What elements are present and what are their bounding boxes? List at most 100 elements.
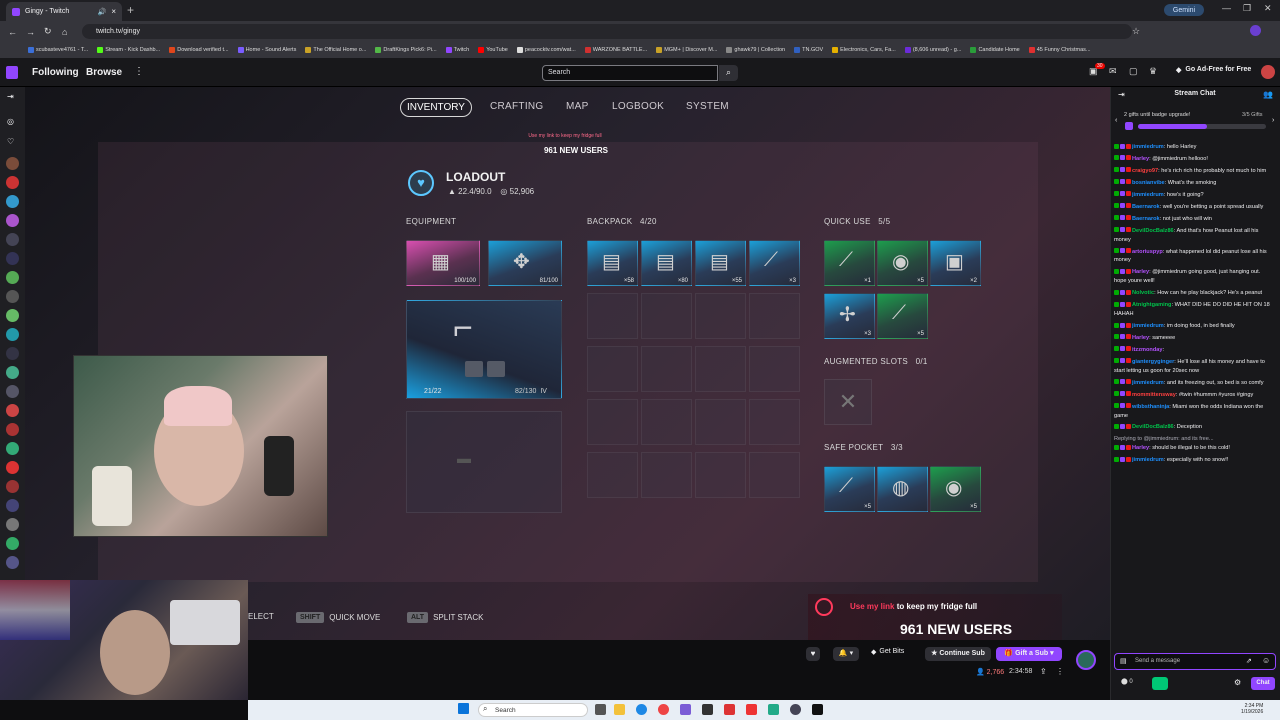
bookmark-item[interactable]: Home - Sound Alerts xyxy=(237,47,296,53)
chat-message[interactable]: Harley: @jimmiedrum going good, just han… xyxy=(1114,268,1272,286)
bookmark-item[interactable]: 45 Funny Christmas... xyxy=(1028,47,1091,53)
chat-send-button[interactable]: Chat xyxy=(1251,677,1275,690)
gift-sub-button[interactable]: 🎁 Gift a Sub ▾ xyxy=(996,647,1062,661)
channel-avatar[interactable] xyxy=(6,480,19,493)
bookmark-item[interactable]: YouTube xyxy=(478,47,508,53)
emote-icon[interactable]: ☺ xyxy=(1262,656,1270,665)
channel-avatar[interactable] xyxy=(6,404,19,417)
bookmark-item[interactable]: peacocktv.com/wat... xyxy=(516,47,576,53)
app-icon[interactable] xyxy=(812,704,823,715)
chat-settings-icon[interactable]: ▤ xyxy=(1120,657,1127,665)
reload-icon[interactable]: ↻ xyxy=(44,26,54,37)
chat-username[interactable]: Harley xyxy=(1132,269,1149,275)
chat-message[interactable]: Harley: @jimmiedrum hellooo! xyxy=(1114,155,1272,164)
more-menu-icon[interactable]: ⋮ xyxy=(134,66,144,77)
chat-username[interactable]: jimmiedrum xyxy=(1132,380,1164,386)
channel-avatar[interactable] xyxy=(6,499,19,512)
chevron-right-icon[interactable]: › xyxy=(1272,117,1274,124)
bookmark-item[interactable]: WARZONE BATTLE... xyxy=(584,47,647,53)
channel-avatar[interactable] xyxy=(6,309,19,322)
bookmark-item[interactable]: (8,606 unread) - g... xyxy=(904,47,961,53)
bookmark-item[interactable]: Electronics, Cars, Fa... xyxy=(832,47,896,53)
channel-avatar[interactable] xyxy=(6,176,19,189)
file-explorer-icon[interactable] xyxy=(614,704,625,715)
chat-username[interactable]: bosnianvibe xyxy=(1132,180,1165,186)
nav-following[interactable]: Following xyxy=(32,67,79,78)
chat-message[interactable]: jimmiedrum: especially with no snow!! xyxy=(1114,456,1272,465)
channel-avatar[interactable] xyxy=(6,233,19,246)
windows-start-icon[interactable] xyxy=(458,703,469,714)
chat-message[interactable]: jimmiedrum: how's it going? xyxy=(1114,191,1272,200)
channel-avatar[interactable] xyxy=(6,214,19,227)
bookmark-item[interactable]: Download verified t... xyxy=(169,47,229,53)
bookmark-item[interactable]: Twitch xyxy=(445,47,469,53)
channel-avatar[interactable] xyxy=(6,328,19,341)
chat-message[interactable]: artoriuspyp: what happened lol did peanu… xyxy=(1114,248,1272,266)
channel-avatar[interactable] xyxy=(6,271,19,284)
chat-message[interactable]: Harley: sameeee xyxy=(1114,334,1272,343)
back-icon[interactable]: ← xyxy=(8,27,18,37)
chat-username[interactable]: DevilDocBalz86 xyxy=(1132,424,1174,430)
edge-icon[interactable] xyxy=(636,704,647,715)
chat-username[interactable]: craigyo97 xyxy=(1132,168,1158,174)
chat-username[interactable]: jimmiedrum xyxy=(1132,144,1164,150)
bits-cheer-icon[interactable]: ⇗ xyxy=(1246,657,1252,665)
channel-avatar[interactable] xyxy=(6,423,19,436)
chat-username[interactable]: Baernarok xyxy=(1132,204,1160,210)
gear-icon[interactable]: ⚙ xyxy=(1234,678,1241,687)
chat-username[interactable]: jimmiedrum xyxy=(1132,192,1164,198)
profile-avatar[interactable] xyxy=(1250,25,1261,36)
minimize-icon[interactable]: — xyxy=(1222,3,1231,13)
chat-message[interactable]: jimmiedrum: and its freezing out, so bed… xyxy=(1114,379,1272,388)
chat-username[interactable]: mommittensway xyxy=(1132,392,1176,398)
chat-username[interactable]: artoriuspyp xyxy=(1132,249,1163,255)
bookmark-item[interactable]: The Official Home o... xyxy=(305,47,366,53)
maximize-icon[interactable]: ❐ xyxy=(1243,3,1251,14)
bookmark-item[interactable]: DraftKings Pick6: Pi... xyxy=(375,47,437,53)
chat-message[interactable]: bosnianvibe: What's the smoking xyxy=(1114,179,1272,188)
forward-icon[interactable]: → xyxy=(26,27,36,37)
chat-message[interactable]: Nolvotic: How can he play blackjack? He'… xyxy=(1114,289,1272,298)
app-icon[interactable] xyxy=(724,704,735,715)
chat-message[interactable]: itzzmonday: xyxy=(1114,346,1272,355)
chat-username[interactable]: giantergyginger xyxy=(1132,359,1174,365)
bookmark-star-icon[interactable]: ☆ xyxy=(1132,26,1140,37)
chat-username[interactable]: Nolvotic xyxy=(1132,290,1154,296)
chat-username[interactable]: jimmiedrum xyxy=(1132,323,1164,329)
taskbar-search-input[interactable]: Search xyxy=(478,703,588,717)
bookmark-item[interactable]: scubasteve4761 - T... xyxy=(28,47,88,53)
home-icon[interactable]: ⌂ xyxy=(62,27,72,37)
chevron-left-icon[interactable]: ‹ xyxy=(1115,117,1117,124)
notification-bell-icon[interactable]: 🔔 ▾ xyxy=(833,647,859,661)
recommended-icon[interactable]: ◎ xyxy=(7,117,14,126)
channel-avatar[interactable] xyxy=(6,290,19,303)
continue-sub-button[interactable]: ★ Continue Sub xyxy=(925,647,991,661)
get-bits-button[interactable]: ◆ Get Bits xyxy=(871,648,904,656)
app-icon[interactable] xyxy=(746,704,757,715)
chat-message[interactable]: giantergyginger: He'll lose all his mone… xyxy=(1114,358,1272,376)
search-icon[interactable]: ⌕ xyxy=(719,65,738,81)
activity-icon[interactable]: ▢ xyxy=(1129,66,1138,77)
expand-sidebar-icon[interactable]: ⇥ xyxy=(7,92,14,101)
close-tab-icon[interactable]: × xyxy=(111,7,116,16)
channel-avatar[interactable] xyxy=(6,537,19,550)
chat-message[interactable]: Baernarok: well you're betting a point s… xyxy=(1114,203,1272,212)
channel-avatar[interactable] xyxy=(6,442,19,455)
whispers-icon[interactable]: ✉ xyxy=(1109,66,1117,77)
channel-avatar[interactable] xyxy=(6,461,19,474)
search-input[interactable]: Search xyxy=(542,65,718,81)
channel-avatar[interactable] xyxy=(6,157,19,170)
channel-avatar[interactable] xyxy=(6,366,19,379)
channel-points[interactable]: ⬤ 0 xyxy=(1121,678,1133,685)
bookmark-item[interactable]: ghawk79 | Collection xyxy=(726,47,785,53)
follow-heart-icon[interactable]: ♥ xyxy=(806,647,820,661)
chat-username[interactable]: Baernarok xyxy=(1132,216,1160,222)
chat-message[interactable]: wibbsthaninja: Miami won the odds Indian… xyxy=(1114,403,1272,421)
bookmark-item[interactable]: Candidate Home xyxy=(970,47,1020,53)
chat-message[interactable]: jimmiedrum: hello Harley xyxy=(1114,143,1272,152)
more-options-icon[interactable]: ⋮ xyxy=(1056,667,1064,676)
task-view-icon[interactable] xyxy=(595,704,606,715)
prime-crown-icon[interactable]: ♛ xyxy=(1149,66,1157,77)
chat-username[interactable]: wibbsthaninja xyxy=(1132,404,1169,410)
channel-avatar[interactable] xyxy=(6,195,19,208)
